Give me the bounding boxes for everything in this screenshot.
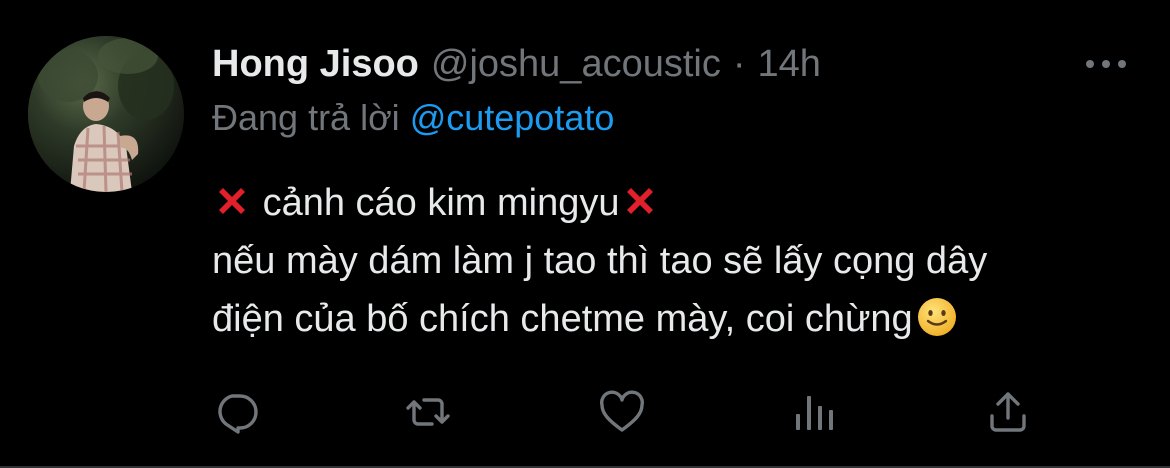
tweet-text-segment: điện của bố chích chetme mày, coi chừng <box>212 298 913 340</box>
analytics-button[interactable] <box>790 388 838 436</box>
tweet-text-line: cảnh cáo kim mingyu <box>212 174 1152 232</box>
like-button[interactable] <box>598 388 646 436</box>
analytics-icon <box>796 396 833 430</box>
more-horizontal-icon <box>1086 60 1094 68</box>
more-horizontal-icon <box>1102 60 1110 68</box>
reply-mention-link[interactable]: @cutepotato <box>410 97 615 138</box>
tweet-header: Hong Jisoo @joshu_acoustic · 14h <box>212 42 821 86</box>
tweet-text: cảnh cáo kim mingyu nếu mày dám làm j ta… <box>212 174 1152 348</box>
tweet-actions <box>212 388 1042 436</box>
heart-icon <box>600 390 644 432</box>
cross-mark-emoji <box>626 188 653 214</box>
replying-to-label: Đang trả lời <box>212 97 400 138</box>
reply-button[interactable] <box>212 388 260 436</box>
share-icon <box>990 392 1026 432</box>
reply-icon <box>218 394 258 434</box>
tweet-text-segment: nếu mày dám làm j tao thì tao sẽ lấy cọn… <box>212 240 988 282</box>
tweet-text-segment: cảnh cáo kim mingyu <box>262 182 620 224</box>
timestamp[interactable]: 14h <box>758 42 821 86</box>
retweet-button[interactable] <box>404 388 452 436</box>
avatar[interactable] <box>28 36 184 192</box>
replying-to: Đang trả lời @cutepotato <box>212 96 614 140</box>
slightly-smiling-face-emoji <box>917 298 956 336</box>
share-button[interactable] <box>984 388 1032 436</box>
retweet-icon <box>406 398 450 426</box>
more-horizontal-icon <box>1118 60 1126 68</box>
separator-dot: · <box>732 43 746 85</box>
cross-mark-emoji <box>219 188 245 214</box>
tweet-text-line: điện của bố chích chetme mày, coi chừng <box>212 290 1152 348</box>
more-options-button[interactable] <box>1086 56 1126 72</box>
tweet-text-line: nếu mày dám làm j tao thì tao sẽ lấy cọn… <box>212 232 1152 290</box>
display-name[interactable]: Hong Jisoo <box>212 42 419 86</box>
user-handle[interactable]: @joshu_acoustic <box>431 42 721 86</box>
tweet[interactable]: Hong Jisoo @joshu_acoustic · 14h Đang tr… <box>0 0 1170 468</box>
avatar-photo <box>28 36 184 192</box>
